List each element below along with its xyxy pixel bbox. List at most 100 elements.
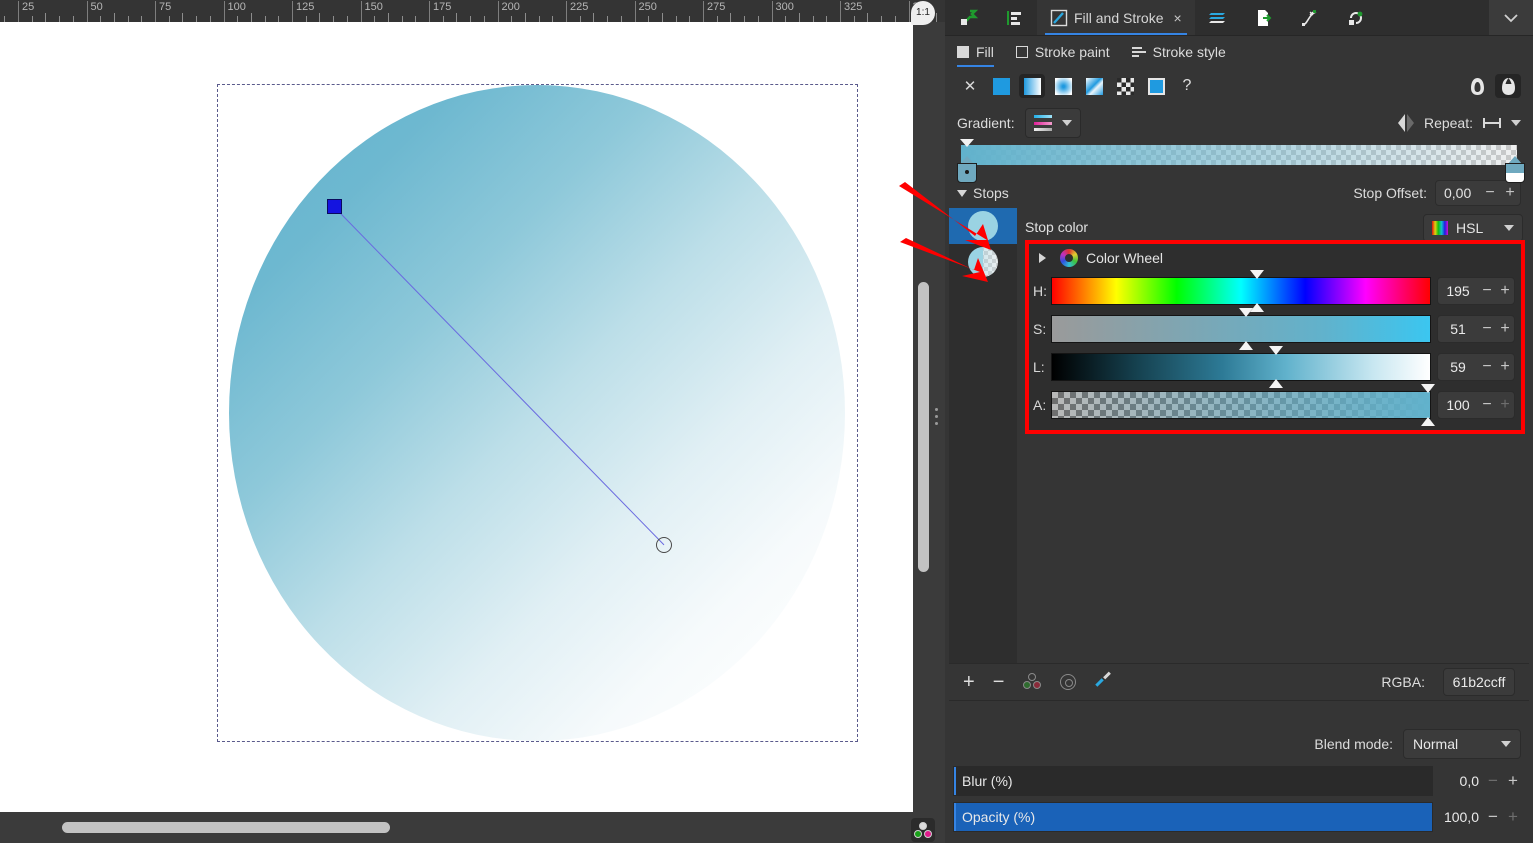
even-odd-fill-rule-button[interactable] xyxy=(1464,74,1490,98)
swatch-button[interactable] xyxy=(1143,74,1169,98)
stops-expander-icon[interactable] xyxy=(957,189,967,197)
canvas-area[interactable]: 255075100125150175200225250275300325350 … xyxy=(0,0,945,843)
gradient-preview-strip[interactable] xyxy=(961,145,1517,165)
opacity-decrement[interactable]: − xyxy=(1483,807,1503,827)
alpha-increment[interactable]: + xyxy=(1496,396,1514,414)
layers-tab[interactable] xyxy=(1195,0,1241,36)
stop-offset-value[interactable]: 0,00 xyxy=(1436,185,1480,201)
alpha-value[interactable]: 100 xyxy=(1438,397,1478,413)
blur-value[interactable]: 0,0 xyxy=(1460,773,1483,789)
hue-value-spinner[interactable]: 195 − + xyxy=(1437,277,1515,305)
blend-mode-dropdown[interactable]: Normal xyxy=(1403,729,1521,759)
fill-and-stroke-tab[interactable]: Fill and Stroke × xyxy=(1037,0,1195,36)
alpha-slider-track[interactable] xyxy=(1051,384,1435,426)
saturation-increment[interactable]: + xyxy=(1496,320,1514,338)
saturation-slider-thumb[interactable] xyxy=(1239,308,1254,317)
gradient-stop-0[interactable] xyxy=(949,208,1017,244)
mesh-gradient-button[interactable] xyxy=(1081,74,1107,98)
unknown-paint-button[interactable]: ? xyxy=(1174,74,1200,98)
export-tab[interactable] xyxy=(1241,0,1287,36)
zoom-ratio-badge[interactable]: 1:1 xyxy=(911,1,935,25)
gradient-end-handle[interactable] xyxy=(656,537,672,553)
flip-gradient-icon[interactable] xyxy=(1397,114,1414,132)
blur-value-spinner[interactable]: 0,0 − + xyxy=(1433,766,1525,796)
radial-gradient-button[interactable] xyxy=(1050,74,1076,98)
horizontal-ruler[interactable]: 255075100125150175200225250275300325350 xyxy=(0,0,945,22)
lightness-increment[interactable]: + xyxy=(1496,358,1514,376)
blur-decrement[interactable]: − xyxy=(1483,771,1503,791)
opacity-slider[interactable]: Opacity (%) xyxy=(953,802,1433,832)
insert-stop-icon[interactable] xyxy=(1022,673,1042,691)
tool-options-tab[interactable] xyxy=(945,0,991,36)
saturation-slider-thumb-lower[interactable] xyxy=(1239,341,1254,350)
canvas-vertical-scrollbar-thumb[interactable] xyxy=(918,282,929,572)
lightness-slider-track[interactable] xyxy=(1051,346,1431,388)
stops-label: Stops xyxy=(973,185,1009,201)
lightness-decrement[interactable]: − xyxy=(1478,358,1496,376)
saturation-value-spinner[interactable]: 51 − + xyxy=(1437,315,1515,343)
objects-tab[interactable] xyxy=(991,0,1037,36)
blur-slider[interactable]: Blur (%) xyxy=(953,766,1433,796)
hue-slider-thumb[interactable] xyxy=(1249,270,1264,279)
color-wheel-expander-icon[interactable] xyxy=(1039,253,1046,263)
hue-value[interactable]: 195 xyxy=(1438,283,1478,299)
reverse-stop-icon[interactable] xyxy=(1060,674,1077,690)
gradient-start-handle[interactable] xyxy=(327,199,342,214)
blend-mode-row: Blend mode: Normal xyxy=(945,726,1533,762)
saturation-slider-track[interactable] xyxy=(1051,308,1431,350)
canvas-viewport[interactable] xyxy=(0,22,913,812)
lightness-value[interactable]: 59 xyxy=(1438,359,1478,375)
repeat-chevron-down-icon[interactable] xyxy=(1511,120,1521,126)
gradient-stop-list[interactable] xyxy=(949,208,1017,663)
panel-resize-grip[interactable] xyxy=(935,408,940,430)
color-wheel-row[interactable]: Color Wheel xyxy=(1029,244,1521,272)
path-effects-tab[interactable] xyxy=(1287,0,1333,36)
alpha-slider-thumb[interactable] xyxy=(1420,384,1435,393)
remove-stop-button[interactable]: − xyxy=(993,672,1005,692)
gradient-stop-marker-end[interactable] xyxy=(1505,156,1525,183)
alpha-slider-thumb-lower[interactable] xyxy=(1420,417,1435,426)
add-stop-button[interactable]: + xyxy=(963,672,975,692)
saturation-value[interactable]: 51 xyxy=(1438,321,1478,337)
lightness-slider-thumb-lower[interactable] xyxy=(1269,379,1284,388)
gradient-stop-marker-start[interactable] xyxy=(957,156,977,183)
rgba-input[interactable]: 61b2ccff xyxy=(1443,668,1515,696)
lightness-value-spinner[interactable]: 59 − + xyxy=(1437,353,1515,381)
gradient-strip-editor[interactable] xyxy=(957,139,1525,183)
hue-decrement[interactable]: − xyxy=(1478,282,1496,300)
more-tabs-chevron[interactable] xyxy=(1489,0,1533,36)
opacity-value-spinner[interactable]: 100,0 − + xyxy=(1433,802,1525,832)
repeat-mode-icon[interactable] xyxy=(1483,118,1501,128)
gradient-stop-1[interactable] xyxy=(949,244,1017,280)
hue-slider-track[interactable] xyxy=(1051,270,1431,312)
no-paint-button[interactable]: ✕ xyxy=(957,74,983,98)
linear-gradient-button[interactable] xyxy=(1019,74,1045,98)
saturation-decrement[interactable]: − xyxy=(1478,320,1496,338)
opacity-increment[interactable]: + xyxy=(1503,807,1523,827)
gradient-preset-dropdown[interactable] xyxy=(1024,108,1081,138)
color-mode-dropdown[interactable]: HSL xyxy=(1423,214,1523,242)
alpha-value-spinner[interactable]: 100 − + xyxy=(1437,391,1515,419)
ruler-minor-tick xyxy=(113,13,115,22)
tab-stroke-style[interactable]: Stroke style xyxy=(1131,36,1226,68)
opacity-value[interactable]: 100,0 xyxy=(1444,809,1483,825)
color-wheel-badge[interactable] xyxy=(911,818,935,842)
hue-increment[interactable]: + xyxy=(1496,282,1514,300)
canvas-horizontal-scrollbar-thumb[interactable] xyxy=(62,822,390,833)
flat-swatch-icon xyxy=(992,77,1010,95)
stop-offset-spinner[interactable]: 0,00 − + xyxy=(1435,180,1521,206)
lightness-slider-thumb[interactable] xyxy=(1269,346,1284,355)
alpha-decrement[interactable]: − xyxy=(1478,396,1496,414)
stop-offset-decrement[interactable]: − xyxy=(1480,184,1500,202)
tab-fill[interactable]: Fill xyxy=(957,36,994,68)
pattern-button[interactable] xyxy=(1112,74,1138,98)
stop-offset-increment[interactable]: + xyxy=(1500,184,1520,202)
nonzero-fill-rule-button[interactable] xyxy=(1495,74,1521,98)
tab-stroke-paint[interactable]: Stroke paint xyxy=(1015,36,1110,68)
close-tab-icon[interactable]: × xyxy=(1173,10,1181,26)
eyedropper-icon[interactable] xyxy=(1094,673,1112,691)
blur-increment[interactable]: + xyxy=(1503,771,1523,791)
flat-color-button[interactable] xyxy=(988,74,1014,98)
undo-history-tab[interactable] xyxy=(1333,0,1379,36)
ruler-minor-tick xyxy=(661,13,663,22)
